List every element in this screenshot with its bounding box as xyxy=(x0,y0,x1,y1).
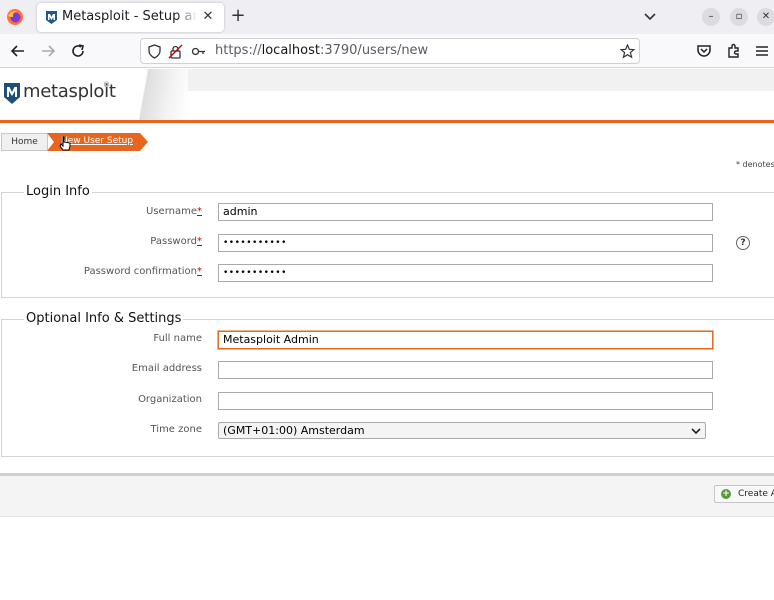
login-info-legend: Login Info xyxy=(24,184,92,199)
password-input[interactable]: ••••••••••• xyxy=(218,234,713,252)
hamburger-menu-icon[interactable] xyxy=(753,42,771,60)
mouse-cursor-icon xyxy=(59,136,71,151)
site-header: metasploit ® xyxy=(0,69,774,123)
pocket-icon[interactable] xyxy=(695,42,713,60)
shield-icon[interactable] xyxy=(147,44,162,59)
metasploit-logo-icon[interactable] xyxy=(3,82,21,105)
create-account-label: Create Account xyxy=(738,489,774,499)
back-arrow-icon[interactable] xyxy=(9,42,27,60)
username-label-text: Username xyxy=(146,206,197,217)
email-input[interactable] xyxy=(218,361,713,379)
close-window-button[interactable]: ✕ xyxy=(757,8,774,26)
chevron-down-icon xyxy=(691,428,701,435)
reload-icon[interactable] xyxy=(69,42,87,60)
timezone-label: Time zone xyxy=(150,424,202,435)
chevron-down-icon[interactable] xyxy=(642,8,658,24)
fullname-label: Full name xyxy=(153,333,202,344)
url-host: localhost xyxy=(261,43,320,58)
header-slant xyxy=(128,69,188,121)
firefox-icon[interactable] xyxy=(6,8,24,26)
metasploit-favicon-icon xyxy=(46,11,57,24)
new-tab-button[interactable]: + xyxy=(228,6,248,26)
url-scheme: https:// xyxy=(215,43,262,58)
minimize-button[interactable]: – xyxy=(702,8,720,26)
browser-tab-bar: Metasploit - Setup and Configuration ✕ +… xyxy=(0,0,774,34)
fullname-input[interactable]: Metasploit Admin xyxy=(218,331,713,349)
required-mark: * xyxy=(197,206,202,217)
forward-arrow-icon[interactable] xyxy=(39,42,57,60)
breadcrumb-home[interactable]: Home xyxy=(1,133,48,151)
lock-warning-icon[interactable] xyxy=(168,44,183,59)
password-label-text: Password xyxy=(150,236,197,247)
browser-nav-bar: https://localhost:3790/users/new xyxy=(0,34,774,68)
header-divider xyxy=(0,120,774,123)
browser-tab-active[interactable]: Metasploit - Setup and Configuration ✕ xyxy=(37,3,224,32)
header-band xyxy=(150,69,774,91)
bookmark-star-icon[interactable] xyxy=(620,44,635,59)
username-label: Username* xyxy=(12,206,202,217)
form-actions-bar xyxy=(0,473,774,517)
required-mark: * xyxy=(197,266,202,277)
timezone-selected-value: (GMT+01:00) Amsterdam xyxy=(223,424,365,437)
extensions-icon[interactable] xyxy=(725,42,743,60)
restore-button[interactable]: ▫ xyxy=(730,8,748,26)
password-help-icon[interactable]: ? xyxy=(736,236,750,250)
required-note: * denotes xyxy=(736,160,774,169)
password-confirmation-input[interactable]: ••••••••••• xyxy=(218,264,713,282)
page-content: metasploit ® Home New User Setup * denot… xyxy=(0,69,774,600)
username-input[interactable]: admin xyxy=(218,203,713,221)
organization-label: Organization xyxy=(138,394,202,405)
url-text[interactable]: https://localhost:3790/users/new xyxy=(215,43,428,58)
breadcrumb-current-label: New User Setup xyxy=(61,136,134,146)
logo-text[interactable]: metasploit xyxy=(23,81,116,102)
create-account-button[interactable]: + Create Account xyxy=(714,485,774,503)
url-bar[interactable]: https://localhost:3790/users/new xyxy=(140,38,640,64)
organization-input[interactable] xyxy=(218,392,713,410)
tab-title: Metasploit - Setup and Configuration xyxy=(62,9,197,24)
optional-info-legend: Optional Info & Settings xyxy=(24,311,184,326)
timezone-select[interactable]: (GMT+01:00) Amsterdam xyxy=(218,422,706,439)
required-mark: * xyxy=(197,236,202,247)
password-label: Password* xyxy=(12,236,202,247)
key-icon[interactable] xyxy=(191,44,206,59)
plus-icon: + xyxy=(721,489,731,499)
password-confirmation-label: Password confirmation* xyxy=(12,266,202,277)
logo-registered-mark: ® xyxy=(103,81,110,89)
password-confirmation-label-text: Password confirmation xyxy=(83,266,197,277)
email-label: Email address xyxy=(131,363,202,374)
url-path: :3790/users/new xyxy=(319,43,429,58)
tab-close-icon[interactable]: ✕ xyxy=(199,8,217,26)
